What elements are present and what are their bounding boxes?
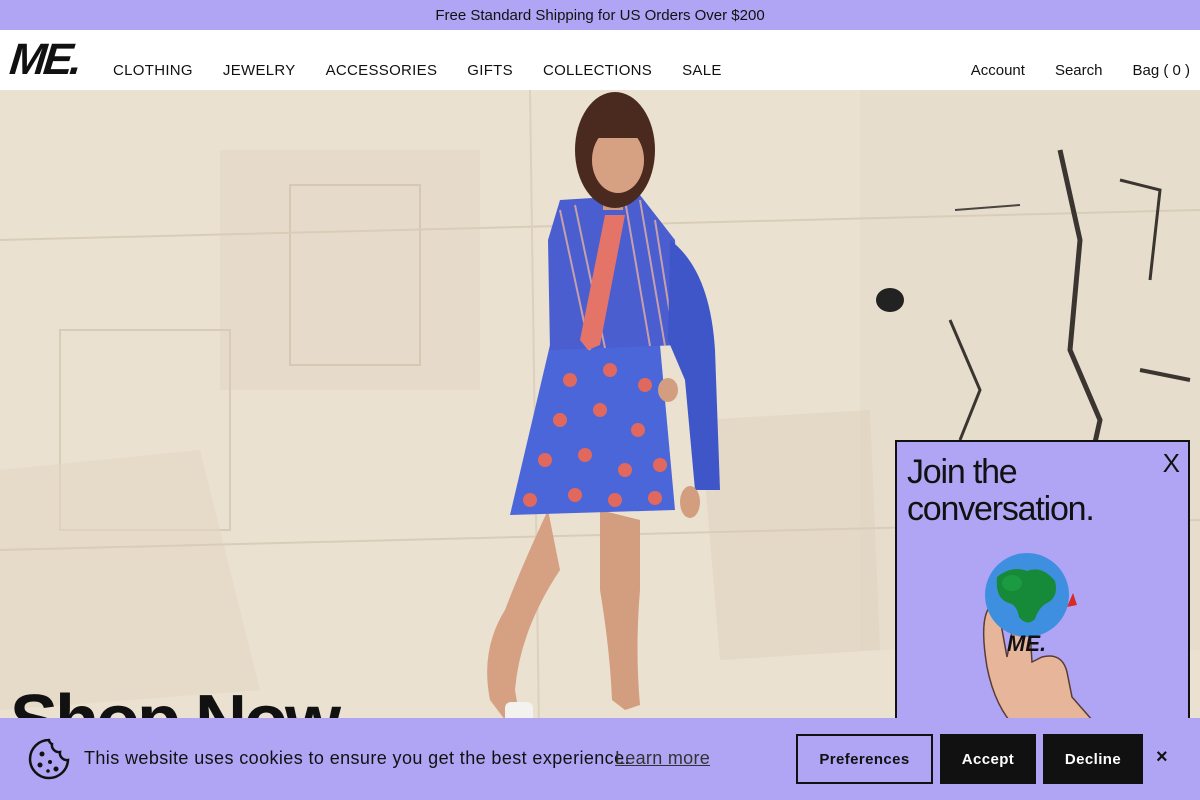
nav-accessories[interactable]: ACCESSORIES [326, 62, 438, 79]
nav-sale[interactable]: SALE [682, 62, 722, 79]
nav-gifts[interactable]: GIFTS [467, 62, 513, 79]
account-link[interactable]: Account [971, 62, 1025, 79]
newsletter-popup: Join the conversation. X ME. [895, 440, 1190, 740]
globe-hand-icon: ME. [982, 553, 1108, 737]
cookie-banner: This website uses cookies to ensure you … [0, 718, 1200, 800]
site-header: ME. CLOTHING JEWELRY ACCESSORIES GIFTS C… [0, 30, 1200, 90]
popup-title: Join the conversation. [907, 453, 1095, 528]
main-nav: CLOTHING JEWELRY ACCESSORIES GIFTS COLLE… [113, 62, 752, 79]
accept-button[interactable]: Accept [940, 734, 1036, 784]
nav-collections[interactable]: COLLECTIONS [543, 62, 652, 79]
promo-banner: Free Standard Shipping for US Orders Ove… [0, 0, 1200, 30]
popup-art-logo: ME. [1007, 631, 1046, 656]
search-link[interactable]: Search [1055, 62, 1103, 79]
popup-close-button[interactable]: X [1163, 448, 1180, 479]
promo-text: Free Standard Shipping for US Orders Ove… [435, 6, 765, 24]
decline-button[interactable]: Decline [1043, 734, 1143, 784]
cookie-icon [28, 738, 70, 780]
utility-nav: Account Search Bag ( 0 ) [941, 62, 1190, 79]
learn-more-link[interactable]: Learn more [615, 748, 710, 769]
site-logo[interactable]: ME. [7, 35, 81, 84]
bag-link[interactable]: Bag ( 0 ) [1132, 62, 1190, 79]
nav-jewelry[interactable]: JEWELRY [223, 62, 296, 79]
preferences-button[interactable]: Preferences [796, 734, 933, 784]
cookie-close-icon[interactable]: × [1156, 746, 1168, 769]
nav-clothing[interactable]: CLOTHING [113, 62, 193, 79]
cookie-message: This website uses cookies to ensure you … [84, 748, 630, 768]
